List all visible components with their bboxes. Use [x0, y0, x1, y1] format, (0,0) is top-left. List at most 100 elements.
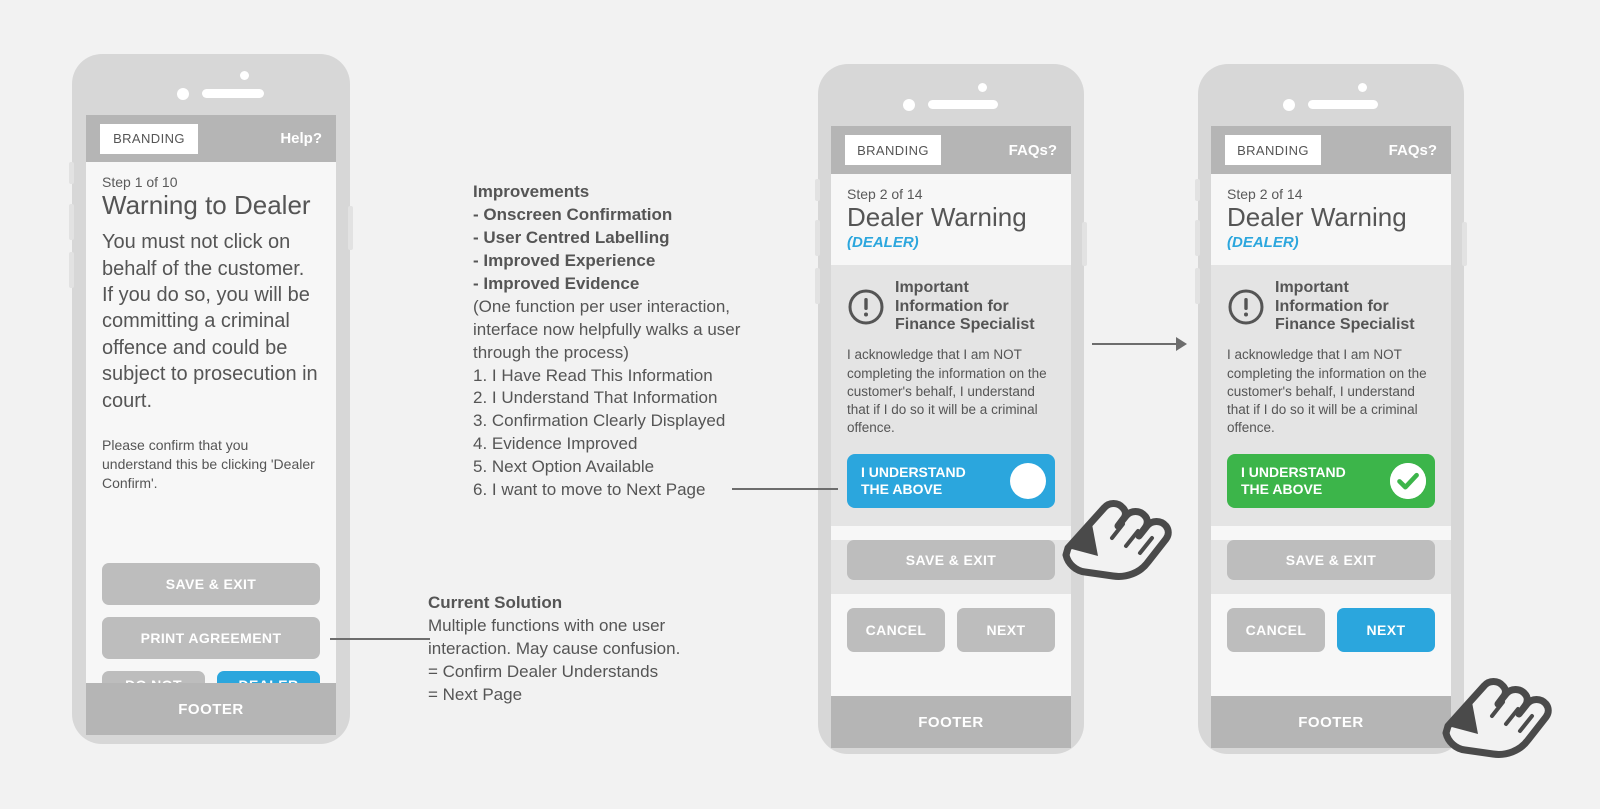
save-exit-button[interactable]: SAVE & EXIT	[1227, 539, 1435, 580]
earpiece-speaker-icon	[1308, 100, 1378, 109]
phone2-info-heading-row: Important Information for Finance Specia…	[847, 279, 1055, 334]
warning-exclamation-icon	[847, 288, 885, 326]
front-camera-icon	[240, 71, 249, 80]
phone3-page-title: Dealer Warning	[1227, 202, 1407, 232]
flow-arrow-right-icon	[1092, 336, 1188, 357]
faqs-link[interactable]: FAQs?	[1389, 142, 1437, 159]
phone1-body-copy: You must not click on behalf of the cust…	[102, 231, 318, 412]
improvements-step-1: 2. I Understand That Information	[473, 388, 718, 408]
current-solution-line-0: Multiple functions with one user	[428, 615, 666, 635]
volume-up-button[interactable]	[1195, 220, 1200, 256]
save-exit-button[interactable]: SAVE & EXIT	[847, 539, 1055, 580]
warning-exclamation-icon	[1227, 288, 1265, 326]
cancel-button[interactable]: CANCEL	[847, 607, 945, 652]
phone3-acknowledgement-copy: I acknowledge that I am NOT completing t…	[1227, 347, 1427, 436]
earpiece-speaker-icon	[928, 100, 998, 109]
improvements-step-2: 3. Confirmation Clearly Displayed	[473, 411, 726, 431]
silent-switch-button[interactable]	[815, 179, 820, 201]
phone2-appbar: BRANDING FAQs?	[831, 126, 1071, 174]
improvements-bullet-3: - Improved Evidence	[473, 273, 640, 293]
phone-mockup-improved-unconfirmed: BRANDING FAQs? Step 2 of 14 Dealer Warni…	[815, 64, 1087, 754]
sensor-dot-icon	[177, 88, 189, 100]
connector-improvements-to-phone2	[732, 488, 838, 490]
understand-toggle-label: I UNDERSTAND THE ABOVE	[1241, 463, 1346, 497]
phone3-step-label: Step 2 of 14	[1227, 186, 1303, 202]
phone1-page-title: Warning to Dealer	[102, 190, 311, 220]
phone3-info-heading-row: Important Information for Finance Specia…	[1227, 279, 1435, 334]
phone2-top-bezel	[818, 64, 1084, 116]
current-solution-line-3: = Next Page	[428, 684, 523, 704]
understand-toggle[interactable]: I UNDERSTAND THE ABOVE	[1227, 453, 1435, 508]
earpiece-speaker-icon	[202, 89, 264, 98]
sensor-dot-icon	[903, 99, 915, 111]
phone3-footer: FOOTER	[1211, 696, 1451, 748]
phone3-appbar: BRANDING FAQs?	[1211, 126, 1451, 174]
toggle-check-icon[interactable]	[1390, 462, 1426, 499]
phone2-info-heading: Important Information for Finance Specia…	[895, 279, 1035, 334]
improvements-step-4: 5. Next Option Available	[473, 457, 655, 477]
phone2-page-title: Dealer Warning	[847, 202, 1027, 232]
phone3-info-panel: Important Information for Finance Specia…	[1211, 265, 1451, 526]
next-button[interactable]: NEXT	[1337, 607, 1435, 652]
volume-down-button[interactable]	[1195, 268, 1200, 304]
branding-logo[interactable]: BRANDING	[100, 123, 198, 154]
hand-cursor-tapping-next	[1432, 630, 1560, 765]
phone1-top-bezel	[72, 54, 350, 106]
current-solution-line-2: = Confirm Dealer Understands	[428, 661, 659, 681]
branding-logo[interactable]: BRANDING	[845, 135, 941, 165]
toggle-knob[interactable]	[1010, 462, 1046, 499]
hand-cursor-tapping-toggle	[1052, 452, 1180, 587]
phone-mockup-improved-confirmed: BRANDING FAQs? Step 2 of 14 Dealer Warni…	[1195, 64, 1467, 754]
phone1-screen: BRANDING Help? Step 1 of 10 Warning to D…	[86, 115, 336, 735]
improvements-step-0: 1. I Have Read This Information	[473, 365, 713, 385]
improvements-bullet-2: - Improved Experience	[473, 250, 656, 270]
improvements-heading: Improvements	[473, 182, 590, 201]
phone2-info-panel: Important Information for Finance Specia…	[831, 265, 1071, 526]
improvements-note: (One function per user interaction, inte…	[473, 296, 741, 362]
current-solution-annotation: Current Solution Multiple functions with…	[428, 592, 758, 707]
improvements-step-3: 4. Evidence Improved	[473, 434, 638, 454]
next-button[interactable]: NEXT	[957, 607, 1055, 652]
front-camera-icon	[978, 83, 987, 92]
understand-toggle[interactable]: I UNDERSTAND THE ABOVE	[847, 453, 1055, 508]
branding-logo[interactable]: BRANDING	[1225, 135, 1321, 165]
phone2-acknowledgement-copy: I acknowledge that I am NOT completing t…	[847, 347, 1047, 436]
power-button[interactable]	[1462, 222, 1467, 266]
volume-up-button[interactable]	[69, 204, 74, 240]
phone3-page-subtitle: (DEALER)	[1227, 234, 1299, 252]
phone2-screen: BRANDING FAQs? Step 2 of 14 Dealer Warni…	[831, 126, 1071, 748]
power-button[interactable]	[348, 206, 353, 250]
phone-mockup-current: BRANDING Help? Step 1 of 10 Warning to D…	[69, 54, 353, 744]
improvements-step-5: 6. I want to move to Next Page	[473, 480, 706, 500]
phone2-step-label: Step 2 of 14	[847, 186, 923, 202]
volume-down-button[interactable]	[69, 252, 74, 288]
save-exit-button[interactable]: SAVE & EXIT	[102, 563, 320, 605]
phone1-hint-copy: Please confirm that you understand this …	[102, 437, 315, 491]
volume-down-button[interactable]	[815, 268, 820, 304]
phone1-step-label: Step 1 of 10	[102, 174, 178, 190]
phone2-footer: FOOTER	[831, 696, 1071, 748]
current-solution-heading: Current Solution	[428, 593, 563, 612]
understand-toggle-label: I UNDERSTAND THE ABOVE	[861, 463, 966, 497]
phone1-footer: FOOTER	[86, 683, 336, 735]
cancel-button[interactable]: CANCEL	[1227, 607, 1325, 652]
connector-current-solution-to-phone1	[330, 638, 430, 640]
silent-switch-button[interactable]	[69, 162, 74, 184]
phone3-top-bezel	[1198, 64, 1464, 116]
phone3-info-heading: Important Information for Finance Specia…	[1275, 279, 1415, 334]
help-link[interactable]: Help?	[280, 130, 322, 147]
current-solution-line-1: interaction. May cause confusion.	[428, 638, 681, 658]
sensor-dot-icon	[1283, 99, 1295, 111]
mockup-canvas: { "colors": { "accent_blue": "#2ba6dd", …	[0, 0, 1600, 809]
power-button[interactable]	[1082, 222, 1087, 266]
silent-switch-button[interactable]	[1195, 179, 1200, 201]
faqs-link[interactable]: FAQs?	[1009, 142, 1057, 159]
improvements-annotation: Improvements - Onscreen Confirmation - U…	[473, 181, 793, 502]
volume-up-button[interactable]	[815, 220, 820, 256]
print-agreement-button[interactable]: PRINT AGREEMENT	[102, 617, 320, 659]
phone1-appbar: BRANDING Help?	[86, 115, 336, 162]
front-camera-icon	[1358, 83, 1367, 92]
improvements-bullet-1: - User Centred Labelling	[473, 227, 670, 247]
phone2-page-subtitle: (DEALER)	[847, 234, 919, 252]
improvements-bullet-0: - Onscreen Confirmation	[473, 204, 673, 224]
